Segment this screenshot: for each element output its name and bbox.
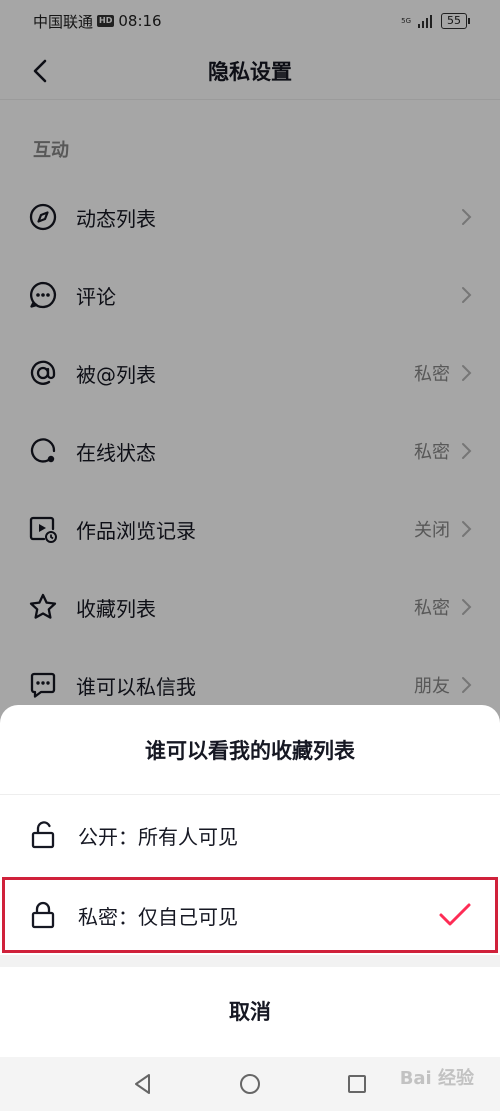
option-private[interactable]: 私密：仅自己可见 — [0, 875, 500, 955]
watermark-logo: Bai 经验 — [399, 1068, 474, 1089]
sheet-divider — [0, 955, 500, 967]
checkmark-icon — [439, 903, 471, 926]
sheet-title: 谁可以看我的收藏列表 — [0, 705, 500, 795]
visibility-bottom-sheet: 谁可以看我的收藏列表 公开：所有人可见 私密：仅自己可见 取消 — [0, 705, 500, 1057]
option-label: 公开：所有人可见 — [78, 824, 238, 849]
nav-back-icon[interactable] — [131, 1072, 155, 1096]
option-label: 私密：仅自己可见 — [78, 904, 238, 929]
lock-icon — [31, 901, 55, 929]
nav-home-icon[interactable] — [238, 1072, 262, 1096]
screen: 中国联通 HD 08:16 5G 55 隐私设置 互动 动态列表 评论 被@列表… — [0, 0, 500, 1111]
option-public[interactable]: 公开：所有人可见 — [0, 795, 500, 875]
nav-recents-icon[interactable] — [345, 1072, 369, 1096]
cancel-button[interactable]: 取消 — [0, 967, 500, 1055]
unlock-icon — [31, 821, 55, 849]
